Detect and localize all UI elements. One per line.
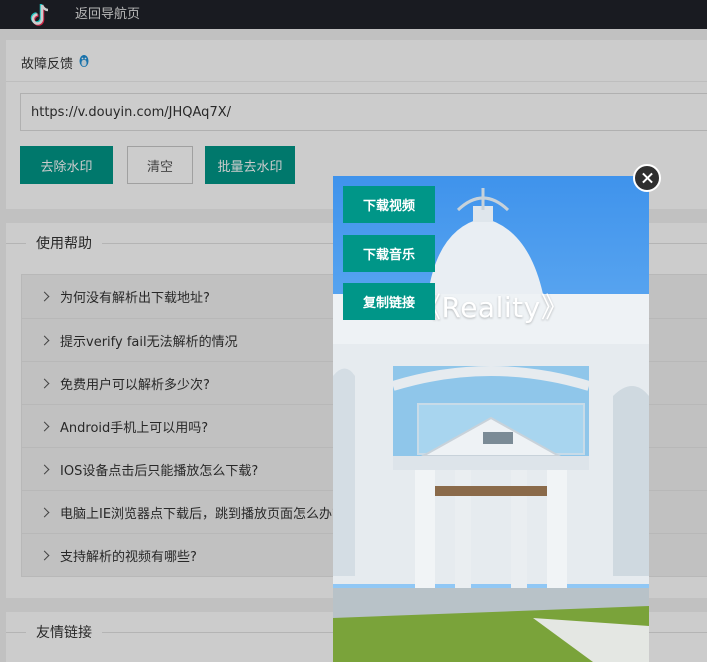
download-video-button[interactable]: 下载视频 <box>343 186 435 223</box>
copy-link-button[interactable]: 复制链接 <box>343 283 435 320</box>
close-icon[interactable] <box>633 164 661 192</box>
video-caption-text: 《Reality》 <box>413 291 570 324</box>
download-music-button[interactable]: 下载音乐 <box>343 235 435 272</box>
